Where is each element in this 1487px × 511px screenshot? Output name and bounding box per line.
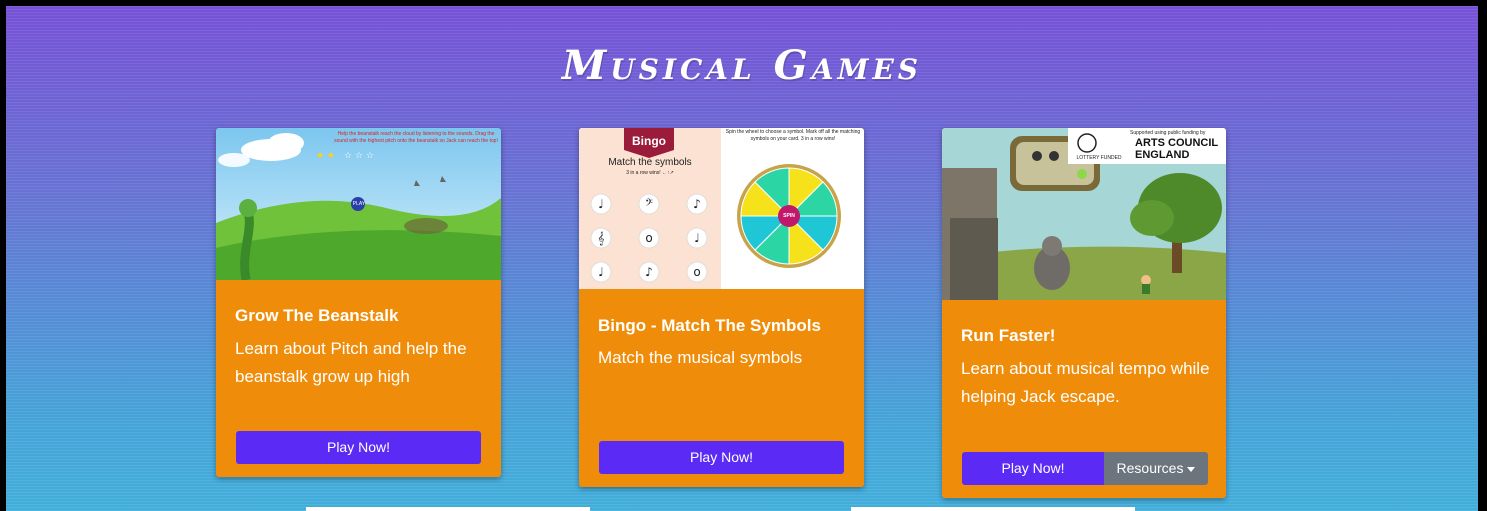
svg-text:o: o <box>645 231 652 245</box>
bingo-badge: Bingo <box>632 134 666 148</box>
bingo-scene-image: ♩ 𝄢 ♪ 𝄞 o ♩ ♩ ♪ o <box>579 128 841 289</box>
svg-text:♪: ♪ <box>645 265 653 279</box>
svg-text:★ ★: ★ ★ <box>316 151 335 161</box>
lottery-funded-label: LOTTERY FUNDED <box>1076 155 1122 161</box>
card-description: Learn about Pitch and help the beanstalk… <box>235 339 467 386</box>
next-row-card-edge <box>851 507 1135 511</box>
card-title: Grow The Beanstalk <box>235 306 399 325</box>
play-now-button[interactable]: Play Now! <box>599 441 844 474</box>
game-card-bingo: ♩ 𝄢 ♪ 𝄞 o ♩ ♩ ♪ o Bingo Match the symbol… <box>579 128 864 487</box>
resources-dropdown-button[interactable]: Resources <box>1104 452 1208 485</box>
svg-text:☆ ☆ ☆: ☆ ☆ ☆ <box>344 151 374 161</box>
game-card-run-faster: Supported using public funding by ARTS C… <box>942 128 1226 498</box>
card-title: Bingo - Match The Symbols <box>598 316 821 335</box>
game-card-beanstalk: ★ ★ ☆ ☆ ☆ Help the beanstalk reach the c… <box>216 128 501 477</box>
card-title: Run Faster! <box>961 326 1056 345</box>
svg-text:𝄢: 𝄢 <box>645 197 653 211</box>
resources-label: Resources <box>1116 460 1184 476</box>
svg-text:𝄞: 𝄞 <box>597 231 604 245</box>
bingo-heading: Match the symbols <box>608 157 692 168</box>
play-now-button[interactable]: Play Now! <box>962 452 1104 485</box>
arts-council-england: ENGLAND <box>1135 149 1190 161</box>
beanstalk-thumbnail[interactable]: ★ ★ ☆ ☆ ☆ Help the beanstalk reach the c… <box>216 128 501 280</box>
page-title: Musical Games <box>561 42 923 89</box>
page-background: Musical Games ★ ★ ☆ ☆ ☆ Help the beansta… <box>6 6 1478 511</box>
run-faster-thumbnail[interactable]: Supported using public funding by ARTS C… <box>942 128 1226 300</box>
card-description: Learn about musical tempo while helping … <box>961 359 1210 406</box>
play-now-button[interactable]: Play Now! <box>236 431 481 464</box>
svg-text:o: o <box>693 265 700 279</box>
svg-text:♩: ♩ <box>598 265 604 279</box>
beanstalk-play-label: PLAY <box>352 201 366 207</box>
bingo-instructions: Spin the wheel to choose a symbol. Mark … <box>725 129 861 142</box>
svg-text:♩: ♩ <box>694 231 700 245</box>
svg-text:♩: ♩ <box>598 197 604 211</box>
svg-text:♪: ♪ <box>693 197 701 211</box>
arts-council-support: Supported using public funding by <box>1130 130 1206 136</box>
bingo-sub: 3 in a row wins! ←↑↗ <box>626 170 674 176</box>
beanstalk-caption: Help the beanstalk reach the cloud by li… <box>334 131 498 144</box>
caret-down-icon <box>1187 466 1196 472</box>
card-description: Match the musical symbols <box>598 348 803 367</box>
bingo-thumbnail[interactable]: ♩ 𝄢 ♪ 𝄞 o ♩ ♩ ♪ o Bingo Match the symbol… <box>579 128 864 289</box>
arts-council-name: ARTS COUNCIL <box>1135 137 1219 149</box>
next-row-card-edge <box>306 507 590 511</box>
bingo-spin-label: SPIN <box>783 213 795 219</box>
